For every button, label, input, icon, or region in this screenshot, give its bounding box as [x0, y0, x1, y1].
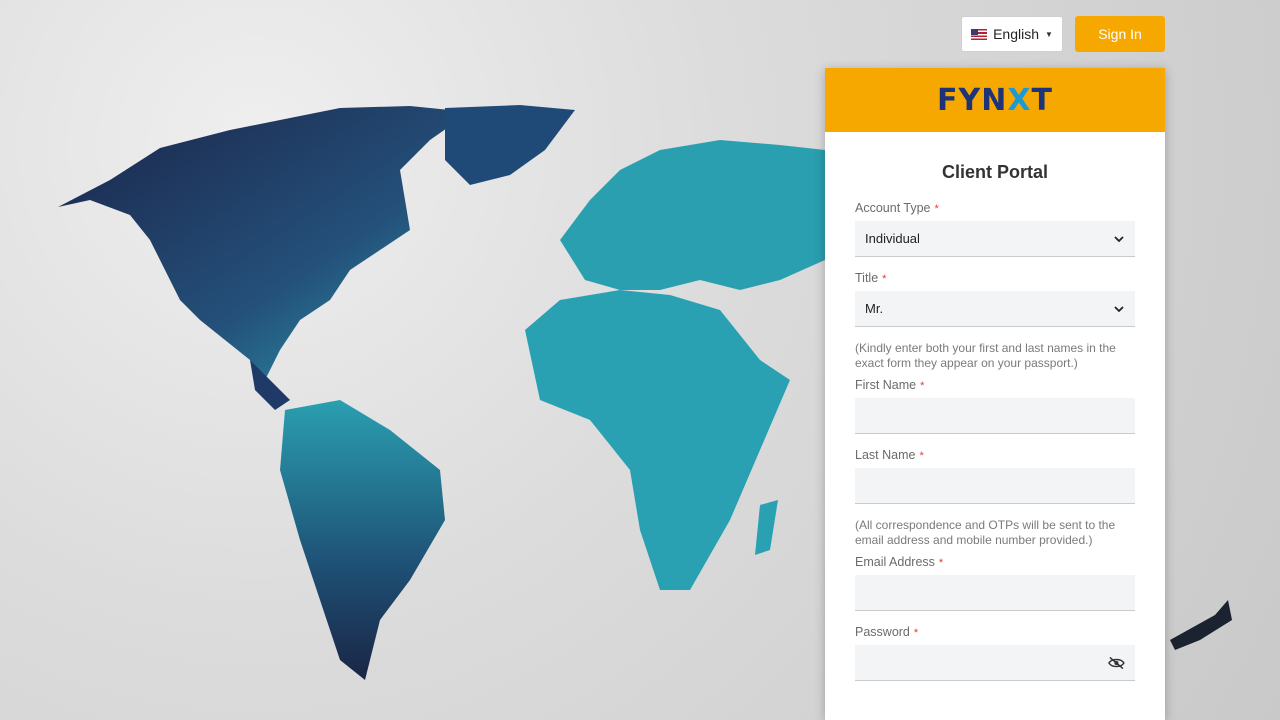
- madagascar-shape: [755, 500, 778, 555]
- required-mark: *: [882, 273, 887, 285]
- account-type-label: Account Type *: [855, 201, 939, 215]
- title-label: Title *: [855, 271, 887, 285]
- panel-body: Client Portal Account Type * Individual T…: [825, 162, 1165, 681]
- required-mark: *: [913, 627, 919, 639]
- email-hint: (All correspondence and OTPs will be sen…: [855, 518, 1116, 547]
- panel-header: FYNXT: [825, 68, 1165, 132]
- required-mark: *: [919, 450, 924, 462]
- africa-shape: [525, 290, 790, 590]
- required-mark: *: [920, 380, 925, 392]
- fynxt-logo: FYNXT: [937, 82, 1053, 118]
- eye-off-icon[interactable]: [1108, 656, 1125, 670]
- account-type-select[interactable]: Individual: [855, 221, 1135, 257]
- first-name-field[interactable]: [855, 398, 1135, 434]
- greenland-shape: [445, 105, 575, 185]
- email-field[interactable]: [855, 575, 1135, 611]
- name-hint: (Kindly enter both your first and last n…: [855, 341, 1116, 370]
- account-type-value: Individual: [865, 231, 920, 246]
- title-value: Mr.: [865, 301, 884, 316]
- last-name-label: Last Name *: [855, 448, 924, 462]
- language-selector[interactable]: English ▼: [961, 16, 1063, 52]
- email-input[interactable]: [865, 575, 1125, 610]
- registration-panel: FYNXT Client Portal Account Type * Indivi…: [825, 68, 1165, 720]
- last-name-input[interactable]: [865, 468, 1125, 503]
- europe-shape: [560, 140, 825, 290]
- first-name-label: First Name *: [855, 378, 925, 392]
- us-flag-icon: [971, 28, 988, 40]
- top-bar: English ▼ Sign In: [961, 16, 1165, 52]
- language-label: English: [993, 26, 1039, 42]
- required-mark: *: [934, 203, 939, 215]
- caret-down-icon: ▼: [1045, 29, 1053, 39]
- chevron-down-icon: [1114, 305, 1124, 312]
- page-title: Client Portal: [941, 162, 1048, 182]
- required-mark: *: [938, 557, 944, 569]
- south-america-shape: [280, 400, 445, 680]
- chevron-down-icon: [1114, 235, 1124, 242]
- email-label: Email Address *: [855, 555, 944, 569]
- title-select[interactable]: Mr.: [855, 291, 1135, 327]
- last-name-field[interactable]: [855, 468, 1135, 504]
- password-label: Password *: [855, 625, 919, 639]
- password-input[interactable]: [865, 645, 1109, 680]
- first-name-input[interactable]: [865, 398, 1125, 433]
- north-america-shape: [58, 106, 470, 380]
- sign-in-button[interactable]: Sign In: [1075, 16, 1165, 52]
- new-zealand-shape: [1170, 600, 1232, 650]
- password-field[interactable]: [855, 645, 1135, 681]
